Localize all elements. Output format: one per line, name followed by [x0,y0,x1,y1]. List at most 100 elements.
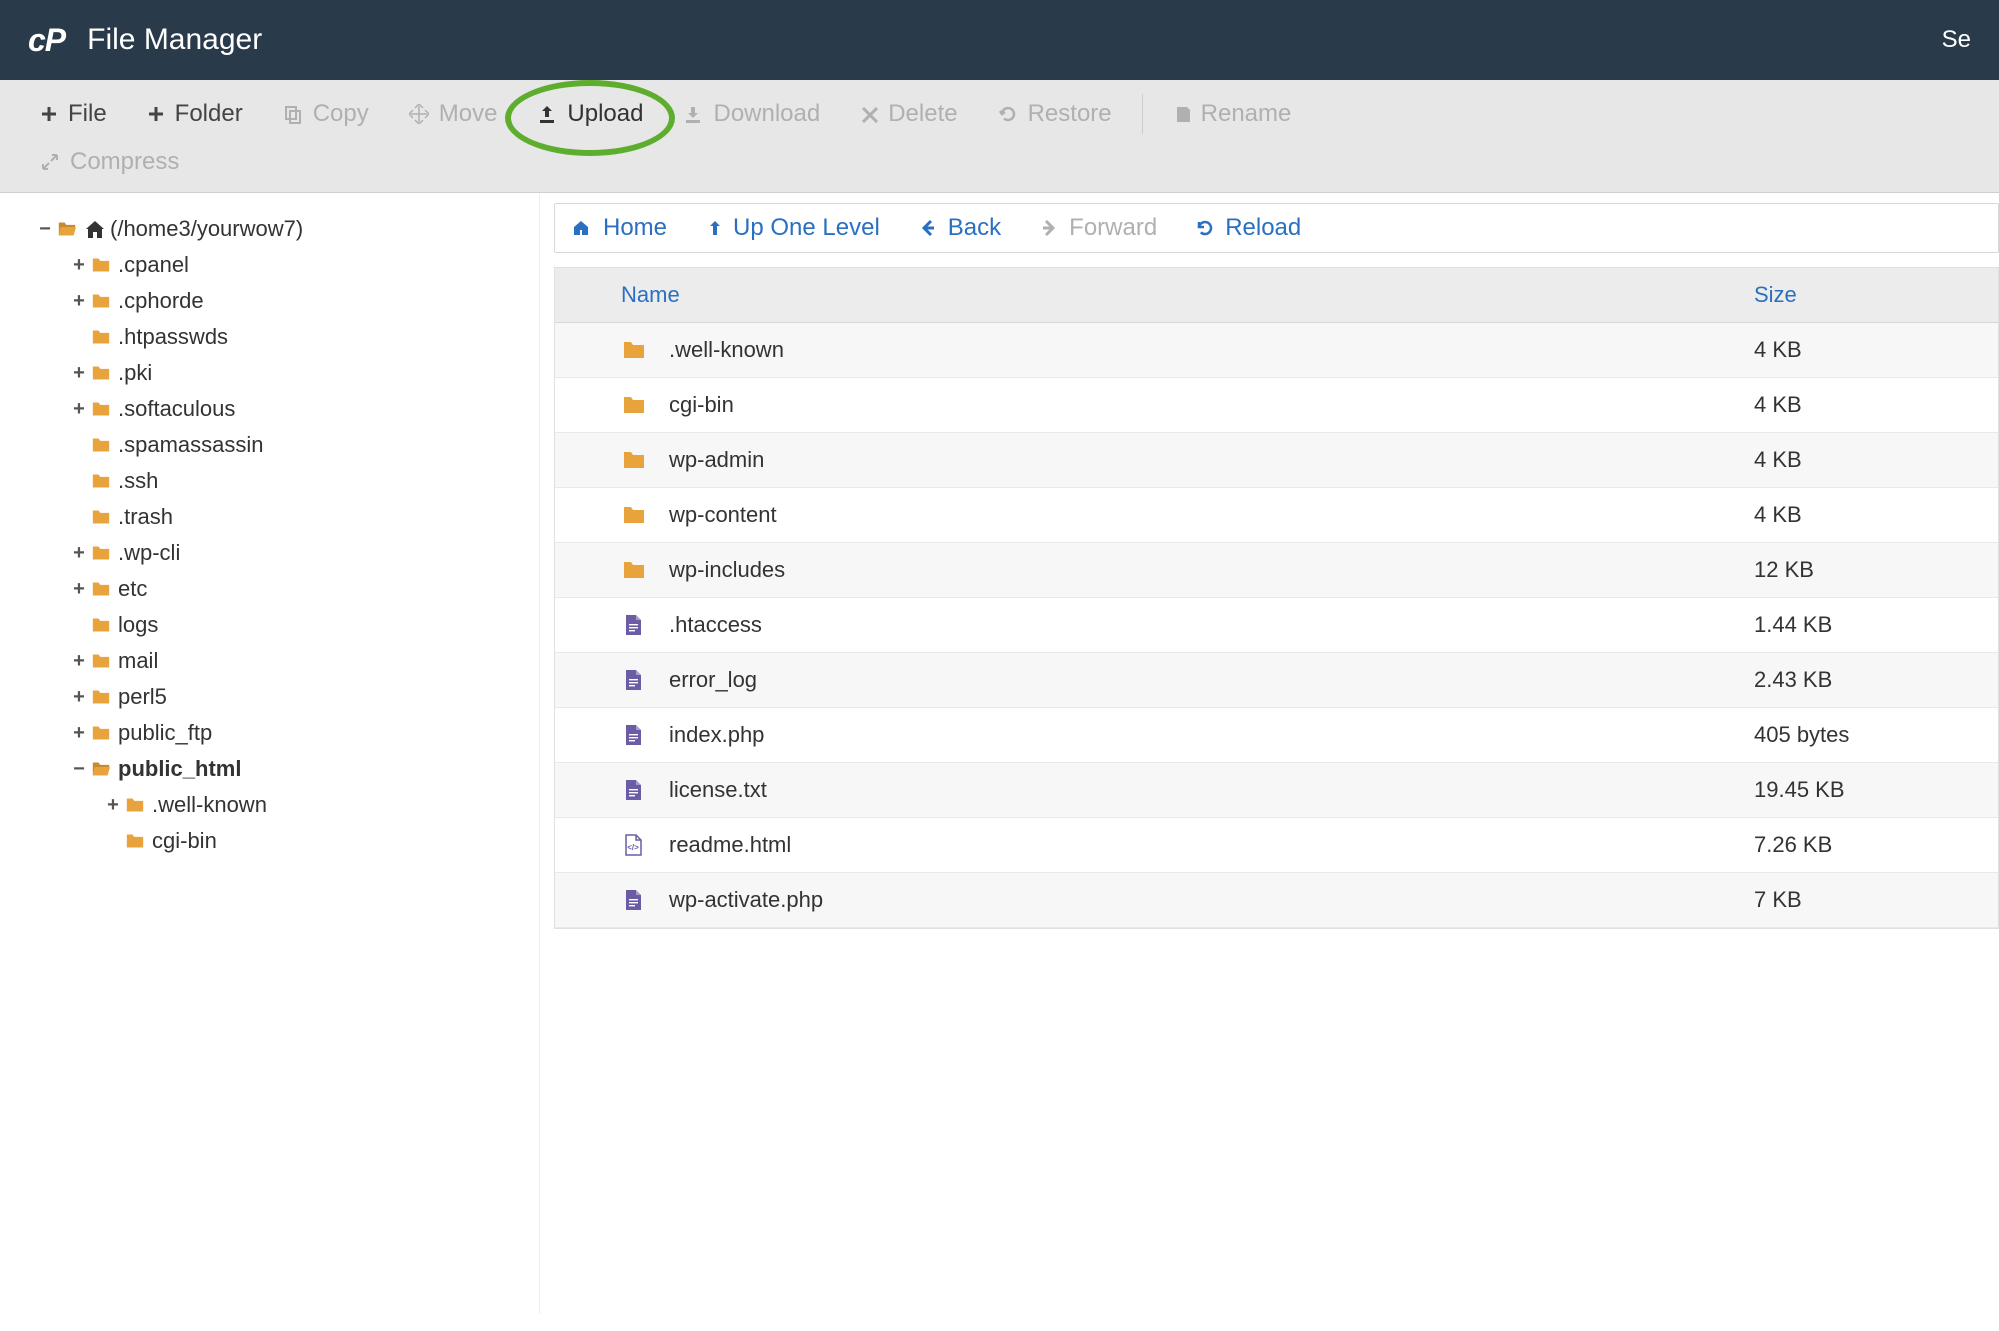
file-name: cgi-bin [669,392,734,418]
folder-icon [90,724,112,742]
new-file-button[interactable]: File [20,90,127,138]
table-row[interactable]: index.php 405 bytes [555,708,1998,763]
tree-item[interactable]: .htpasswds [70,319,527,355]
table-row[interactable]: wp-admin4 KB [555,433,1998,488]
folder-icon [621,504,647,526]
tree-item[interactable]: +perl5 [70,679,527,715]
row-select[interactable] [555,446,605,474]
expand-icon[interactable]: + [70,643,88,679]
copy-icon [283,104,303,124]
upload-button[interactable]: Upload [517,90,663,138]
delete-button[interactable]: Delete [840,90,977,138]
cell-name: readme.html [605,818,1738,872]
compress-button[interactable]: Compress [20,138,199,186]
folder-icon [90,688,112,706]
tree-item-label: .htpasswds [118,319,228,355]
tree-item[interactable]: +public_ftp [70,715,527,751]
table-row[interactable]: readme.html7.26 KB [555,818,1998,873]
tree-item-label: .pki [118,355,152,391]
folder-icon [90,328,112,346]
table-row[interactable]: wp-activate.php7 KB [555,873,1998,928]
home-icon [571,218,593,238]
cell-name: wp-includes [605,543,1738,597]
cell-name: error_log [605,653,1738,707]
tree-item-label: mail [118,643,158,679]
tree-item[interactable]: + .pki [70,355,527,391]
row-select[interactable] [555,391,605,419]
expand-icon[interactable]: + [70,715,88,751]
column-size[interactable]: Size [1738,268,1998,322]
row-select[interactable] [555,886,605,914]
table-row[interactable]: wp-includes12 KB [555,543,1998,598]
cell-size: 4 KB [1738,323,1998,377]
table-row[interactable]: license.txt19.45 KB [555,763,1998,818]
tree-item[interactable]: +.softaculous [70,391,527,427]
download-button[interactable]: Download [663,90,840,138]
move-icon [409,104,429,124]
tree-item[interactable]: +.cphorde [70,283,527,319]
column-select[interactable] [555,268,605,322]
row-select[interactable] [555,556,605,584]
folder-icon [90,544,112,562]
cell-size: 405 bytes [1738,708,1998,762]
row-select[interactable] [555,721,605,749]
tree-item[interactable]: +etc [70,571,527,607]
expand-icon[interactable]: + [70,571,88,607]
nav-home-button[interactable]: Home [571,214,667,242]
cell-name: .well-known [605,323,1738,377]
tree-item[interactable]: +.wp-cli [70,535,527,571]
row-select[interactable] [555,501,605,529]
expand-icon[interactable]: + [70,391,88,427]
tree-item[interactable]: .ssh [70,463,527,499]
table-row[interactable]: .well-known4 KB [555,323,1998,378]
expand-icon[interactable]: + [70,535,88,571]
tree-item-label: cgi-bin [152,823,217,859]
nav-forward-button[interactable]: Forward [1039,214,1157,242]
expand-icon[interactable]: + [70,355,88,391]
expand-icon[interactable]: + [70,247,88,283]
file-icon [621,614,647,636]
nav-back-button[interactable]: Back [918,214,1001,242]
tree-item[interactable]: +.cpanel [70,247,527,283]
row-select[interactable] [555,776,605,804]
tree-item[interactable]: .spamassassin [70,427,527,463]
table-row[interactable]: error_log2.43 KB [555,653,1998,708]
row-select[interactable] [555,666,605,694]
file-name: index.php [669,722,764,748]
row-select[interactable] [555,831,605,859]
column-name[interactable]: Name [605,268,1738,322]
tree-item[interactable]: logs [70,607,527,643]
tree-item[interactable]: + .well-known [104,787,527,823]
rename-button[interactable]: Rename [1153,90,1312,138]
tree-root[interactable]: − (/home3/yourwow7) [36,211,527,247]
new-folder-button[interactable]: Folder [127,90,263,138]
expand-icon[interactable]: + [70,283,88,319]
cell-size: 12 KB [1738,543,1998,597]
table-row[interactable]: wp-content4 KB [555,488,1998,543]
collapse-icon[interactable]: − [36,211,54,247]
table-row[interactable]: cgi-bin4 KB [555,378,1998,433]
row-select[interactable] [555,611,605,639]
cell-name: .htaccess [605,598,1738,652]
folder-open-icon [56,220,78,238]
folder-tree-sidebar: − (/home3/yourwow7) +.cpanel+.cphorde.ht… [0,193,540,1314]
expand-icon[interactable]: + [70,679,88,715]
move-button[interactable]: Move [389,90,518,138]
tree-item[interactable]: + mail [70,643,527,679]
folder-icon [124,832,146,850]
row-select[interactable] [555,336,605,364]
expand-icon[interactable]: + [104,787,122,823]
tree-item[interactable]: −public_html [70,751,527,787]
html-file-icon [621,834,647,856]
copy-button[interactable]: Copy [263,90,389,138]
tree-item-label: .ssh [118,463,158,499]
nav-reload-button[interactable]: Reload [1195,214,1301,242]
tree-item[interactable]: .trash [70,499,527,535]
collapse-icon[interactable]: − [70,751,88,787]
tree-item-label: .well-known [152,787,267,823]
forward-arrow-icon [1039,218,1059,238]
restore-button[interactable]: Restore [978,90,1132,138]
table-row[interactable]: .htaccess1.44 KB [555,598,1998,653]
nav-up-button[interactable]: Up One Level [705,214,880,242]
tree-item[interactable]: cgi-bin [104,823,527,859]
